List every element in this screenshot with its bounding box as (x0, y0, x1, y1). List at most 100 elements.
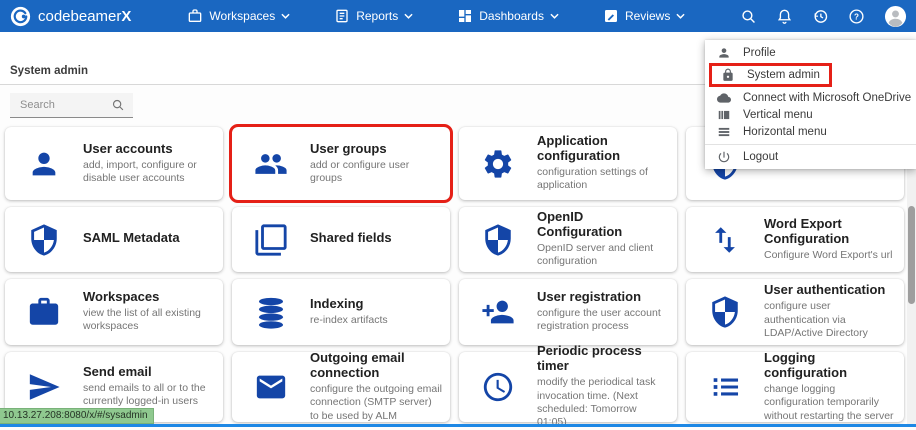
history-icon[interactable] (812, 8, 829, 25)
menu-reports-label: Reports (356, 9, 398, 23)
card-title: Indexing (310, 297, 442, 312)
chevron-down-icon (550, 13, 559, 19)
menu-item-vertical-menu[interactable]: Vertical menu (705, 106, 916, 123)
card-subtitle: configure the outgoing email connection … (310, 383, 442, 423)
card-outgoing-email-connection[interactable]: Outgoing email connectionconfigure the o… (232, 352, 450, 422)
menu-item-system-admin[interactable]: System admin (709, 63, 832, 87)
card-periodic-process-timer[interactable]: Periodic process timermodify the periodi… (459, 352, 677, 422)
card-title: User groups (310, 142, 442, 157)
person-add-icon (459, 295, 537, 329)
card-title: User authentication (764, 283, 896, 298)
menu-workspaces[interactable]: Workspaces (187, 8, 290, 24)
card-workspaces[interactable]: Workspaces view the list of all existing … (5, 279, 223, 345)
help-icon[interactable]: ? (848, 8, 865, 25)
card-shared-fields[interactable]: Shared fields (232, 207, 450, 272)
notifications-icon[interactable] (776, 8, 793, 25)
navbar-actions: ? (740, 5, 907, 28)
chevron-down-icon (404, 13, 413, 19)
menu-item-label: Horizontal menu (743, 126, 827, 138)
card-subtitle: modify the periodical task invocation ti… (537, 376, 669, 430)
card-subtitle: OpenID server and client configuration (537, 242, 669, 269)
database-icon (232, 295, 310, 329)
vertical-scrollbar[interactable] (907, 169, 916, 427)
app-logo-text: codebeamerX (38, 8, 131, 25)
menu-item-label: Logout (743, 151, 778, 163)
search-field[interactable] (10, 93, 133, 118)
list-icon (686, 370, 764, 404)
send-icon (5, 370, 83, 404)
menu-item-label: Connect with Microsoft OneDrive (743, 92, 911, 104)
menu-workspaces-label: Workspaces (209, 9, 275, 23)
person-icon (5, 147, 83, 181)
power-icon (717, 150, 731, 164)
card-logging-configuration[interactable]: Logging configurationchange logging conf… (686, 352, 904, 422)
card-title: Logging configuration (764, 351, 896, 381)
search-input[interactable] (18, 98, 104, 112)
vertical-menu-icon (717, 108, 731, 122)
menu-item-label: Profile (743, 47, 776, 59)
admin-cards-grid: User accounts add, import, configure or d… (5, 127, 904, 422)
codebeamer-logo-icon (10, 6, 31, 27)
card-title: User accounts (83, 142, 215, 157)
card-subtitle: add or configure user groups (310, 159, 442, 186)
avatar[interactable] (884, 5, 907, 28)
svg-text:?: ? (854, 12, 859, 21)
menu-item-connect-onedrive[interactable]: Connect with Microsoft OneDrive (705, 89, 916, 106)
chevron-down-icon (676, 13, 685, 19)
shield-icon (5, 223, 83, 257)
envelope-icon (232, 370, 310, 404)
menu-item-logout[interactable]: Logout (705, 148, 916, 165)
status-url-tooltip: 10.13.27.208:8080/x/#/sysadmin (0, 408, 154, 424)
card-subtitle: change logging configuration temporarily… (764, 383, 896, 423)
card-subtitle: view the list of all existing workspaces (83, 307, 215, 334)
card-user-accounts[interactable]: User accounts add, import, configure or d… (5, 127, 223, 200)
card-title: OpenID Configuration (537, 210, 669, 240)
card-subtitle: add, import, configure or disable user a… (83, 159, 215, 186)
card-title: Application configuration (537, 134, 669, 164)
menu-reviews[interactable]: Reviews (603, 8, 685, 24)
main-menu: Workspaces Reports Dashboards Reviews (187, 8, 685, 24)
dashboard-icon (457, 8, 473, 24)
card-title: Workspaces (83, 290, 215, 305)
menu-item-label: System admin (747, 69, 820, 81)
card-openid-configuration[interactable]: OpenID ConfigurationOpenID server and cl… (459, 207, 677, 272)
menu-dashboards[interactable]: Dashboards (457, 8, 559, 24)
menu-item-horizontal-menu[interactable]: Horizontal menu (705, 123, 916, 140)
card-title: SAML Metadata (83, 231, 215, 246)
card-word-export-configuration[interactable]: Word Export ConfigurationConfigure Word … (686, 207, 904, 272)
top-navbar: codebeamerX Workspaces Reports Dashboard… (0, 0, 916, 32)
card-indexing[interactable]: Indexingre-index artifacts (232, 279, 450, 345)
cloud-icon (717, 91, 731, 105)
review-icon (603, 8, 619, 24)
menu-item-label: Vertical menu (743, 109, 813, 121)
card-title: Shared fields (310, 231, 442, 246)
menu-divider (705, 144, 916, 145)
menu-reviews-label: Reviews (625, 9, 670, 23)
card-subtitle: configuration settings of application (537, 166, 669, 193)
card-title: Outgoing email connection (310, 351, 442, 381)
card-application-configuration[interactable]: Application configurationconfiguration s… (459, 127, 677, 200)
page-title: System admin (10, 65, 88, 77)
card-user-authentication[interactable]: User authentication configure user authen… (686, 279, 904, 345)
briefcase-icon (5, 295, 83, 329)
person-icon (717, 46, 731, 60)
search-icon[interactable] (740, 8, 757, 25)
card-saml-metadata[interactable]: SAML Metadata (5, 207, 223, 272)
scrollbar-thumb[interactable] (908, 206, 915, 304)
card-subtitle: configure the user account registration … (537, 307, 669, 334)
search-icon[interactable] (111, 98, 125, 112)
card-subtitle: configure user authentication via LDAP/A… (764, 300, 896, 340)
card-title: Send email (83, 365, 215, 380)
card-title: Periodic process timer (537, 344, 669, 374)
card-user-groups[interactable]: User groups add or configure user groups (232, 127, 450, 200)
import-export-icon (686, 223, 764, 257)
menu-reports[interactable]: Reports (334, 8, 413, 24)
shared-fields-icon (232, 223, 310, 257)
lock-icon (721, 68, 735, 82)
menu-item-profile[interactable]: Profile (705, 44, 916, 61)
app-logo[interactable]: codebeamerX (10, 6, 131, 27)
shield-icon (459, 223, 537, 257)
card-subtitle: send emails to all or to the currently l… (83, 382, 215, 409)
card-user-registration[interactable]: User registration configure the user acco… (459, 279, 677, 345)
card-title: User registration (537, 290, 669, 305)
